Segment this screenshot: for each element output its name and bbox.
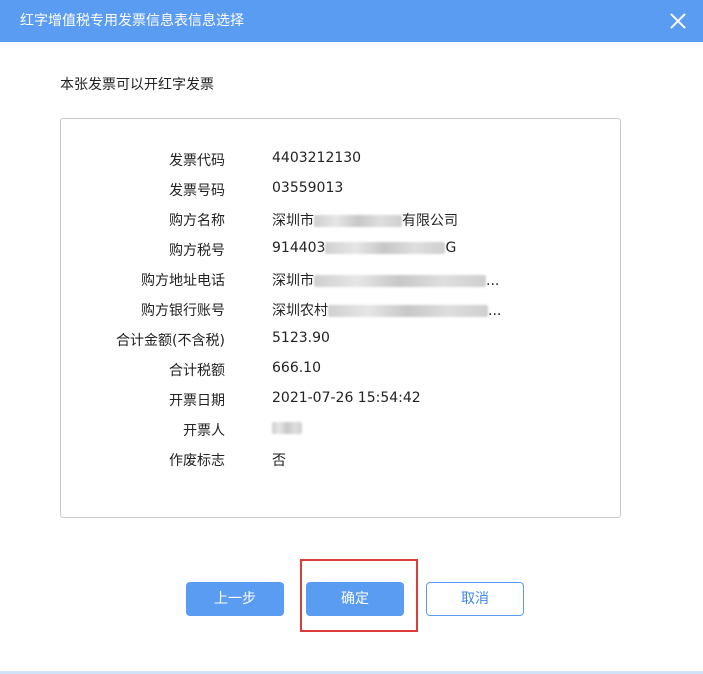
row-issuer: 开票人 xyxy=(61,417,620,441)
close-icon[interactable] xyxy=(667,10,689,32)
value-prefix: 深圳市 xyxy=(272,213,314,229)
row-buyer-tax-id: 购方税号 914403 G xyxy=(61,237,620,261)
value-prefix: 914403 xyxy=(272,240,326,256)
field-label: 合计金额(不含税) xyxy=(116,333,225,349)
redacted-block xyxy=(325,242,446,254)
value-suffix: G xyxy=(445,240,457,256)
cancel-button[interactable]: 取消 xyxy=(426,582,524,616)
row-issue-date: 开票日期 2021-07-26 15:54:42 xyxy=(61,387,620,411)
redacted-block xyxy=(314,215,402,227)
value-prefix: 深圳市 xyxy=(272,273,314,289)
field-label: 购方银行账号 xyxy=(141,303,225,319)
previous-step-button[interactable]: 上一步 xyxy=(186,582,284,616)
field-value: 914403 G xyxy=(272,240,456,256)
field-value: 03559013 xyxy=(272,180,344,196)
redacted-block xyxy=(328,305,488,317)
field-value: 深圳市... xyxy=(272,270,499,290)
field-value: 否 xyxy=(272,453,286,469)
field-value: 2021-07-26 15:54:42 xyxy=(272,390,421,406)
field-value: 深圳市 有限公司 xyxy=(272,210,458,230)
row-total-tax: 合计税额 666.10 xyxy=(61,357,620,381)
field-label: 购方税号 xyxy=(169,243,225,259)
dialog-titlebar: 红字增值税专用发票信息表信息选择 xyxy=(0,0,703,42)
field-label: 作废标志 xyxy=(169,453,225,469)
dialog-title: 红字增值税专用发票信息表信息选择 xyxy=(20,13,244,29)
field-value: 4403212130 xyxy=(272,150,362,166)
redacted-block xyxy=(314,275,486,287)
row-invoice-code: 发票代码 4403212130 xyxy=(61,147,620,171)
value-suffix: ... xyxy=(486,273,500,289)
field-label: 发票代码 xyxy=(169,153,225,169)
field-value: 深圳农村... xyxy=(272,300,501,320)
row-buyer-name: 购方名称 深圳市 有限公司 xyxy=(61,207,620,231)
field-label: 购方名称 xyxy=(169,213,225,229)
field-value xyxy=(272,420,302,436)
field-label: 开票人 xyxy=(183,423,225,439)
field-label: 合计税额 xyxy=(169,363,225,379)
field-value: 5123.90 xyxy=(272,330,330,346)
row-total-amount: 合计金额(不含税) 5123.90 xyxy=(61,327,620,351)
status-notice: 本张发票可以开红字发票 xyxy=(60,77,214,93)
row-void-flag: 作废标志 否 xyxy=(61,447,620,471)
redacted-block xyxy=(272,422,302,434)
invoice-info-panel: 发票代码 4403212130 发票号码 03559013 购方名称 深圳市 有限… xyxy=(60,118,621,518)
row-buyer-address-phone: 购方地址电话 深圳市... xyxy=(61,267,620,291)
field-value: 666.10 xyxy=(272,360,321,376)
value-prefix: 深圳农村 xyxy=(272,303,328,319)
field-label: 开票日期 xyxy=(169,393,225,409)
value-suffix: 有限公司 xyxy=(402,213,458,229)
row-buyer-bank-account: 购方银行账号 深圳农村... xyxy=(61,297,620,321)
row-invoice-number: 发票号码 03559013 xyxy=(61,177,620,201)
field-label: 购方地址电话 xyxy=(141,273,225,289)
value-suffix: ... xyxy=(488,303,502,319)
field-label: 发票号码 xyxy=(169,183,225,199)
highlight-box xyxy=(300,559,418,632)
